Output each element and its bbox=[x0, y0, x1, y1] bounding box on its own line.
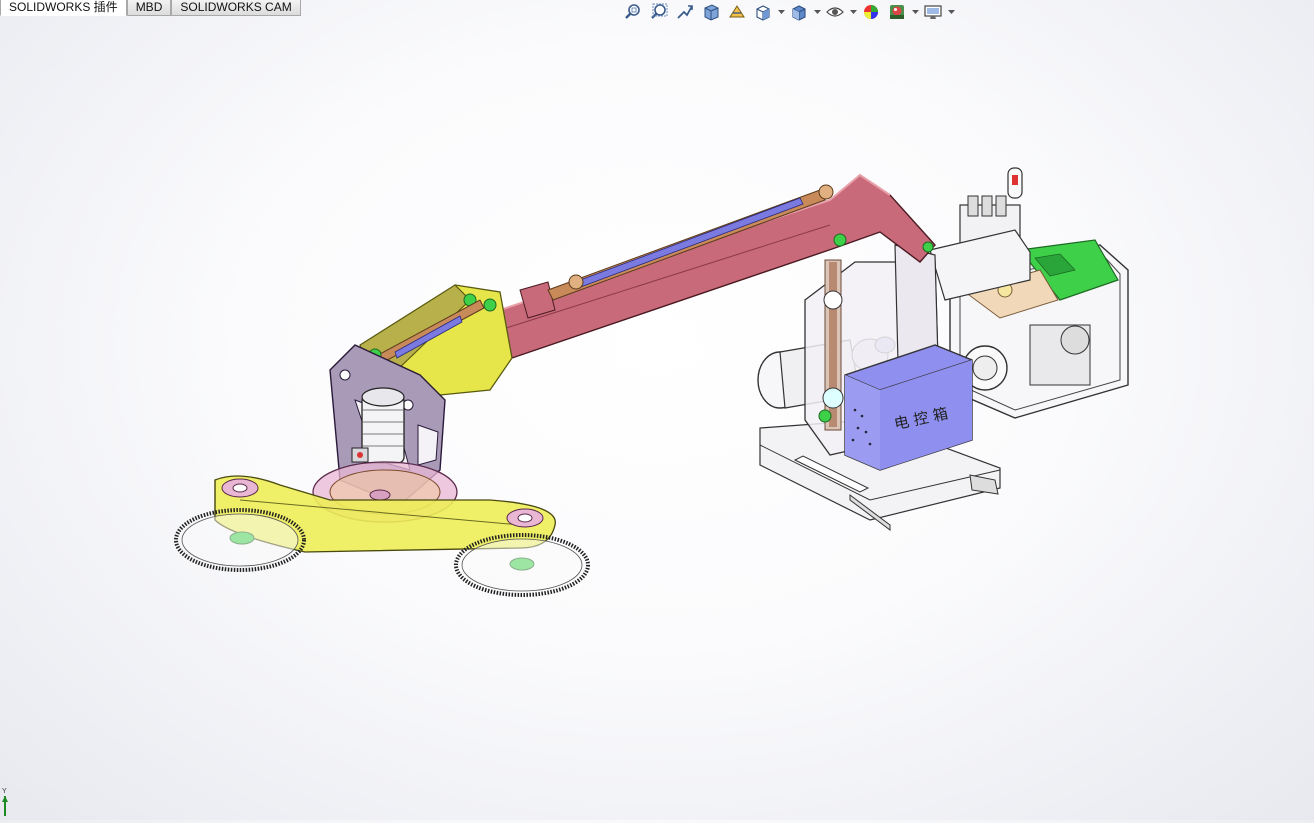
view-settings-dropdown-icon[interactable] bbox=[946, 1, 956, 23]
apply-scene-dropdown-icon[interactable] bbox=[910, 1, 920, 23]
previous-view-icon[interactable] bbox=[672, 1, 698, 23]
heads-up-view-toolbar bbox=[620, 0, 956, 24]
view-orientation-icon[interactable] bbox=[750, 1, 776, 23]
reference-triad bbox=[1, 788, 11, 823]
hide-show-items-icon[interactable] bbox=[822, 1, 848, 23]
section-view-icon[interactable] bbox=[698, 1, 724, 23]
tab-solidworks-cam[interactable]: SOLIDWORKS CAM bbox=[171, 0, 301, 16]
display-style-icon[interactable] bbox=[786, 1, 812, 23]
edit-appearance-icon[interactable] bbox=[858, 1, 884, 23]
tab-solidworks-addins[interactable]: SOLIDWORKS 插件 bbox=[0, 0, 127, 16]
zoom-to-fit-icon[interactable] bbox=[620, 1, 646, 23]
view-orientation-dropdown-icon[interactable] bbox=[776, 1, 786, 23]
triad-axis-icon bbox=[2, 796, 8, 816]
view-settings-icon[interactable] bbox=[920, 1, 946, 23]
apply-scene-icon[interactable] bbox=[884, 1, 910, 23]
hydraulic-valve-block bbox=[929, 167, 1031, 301]
zoom-to-area-icon[interactable] bbox=[646, 1, 672, 23]
dynamic-annotation-icon[interactable] bbox=[724, 1, 750, 23]
right-saw-blade bbox=[454, 533, 590, 597]
hide-show-dropdown-icon[interactable] bbox=[848, 1, 858, 23]
cad-model-assembly[interactable]: 电 控 箱 bbox=[174, 167, 1129, 597]
graphics-area[interactable]: 电 控 箱 bbox=[0, 17, 1314, 820]
tab-mbd[interactable]: MBD bbox=[126, 0, 172, 16]
command-manager-tabs: SOLIDWORKS 插件 MBD SOLIDWORKS CAM bbox=[0, 0, 301, 17]
display-style-dropdown-icon[interactable] bbox=[812, 1, 822, 23]
